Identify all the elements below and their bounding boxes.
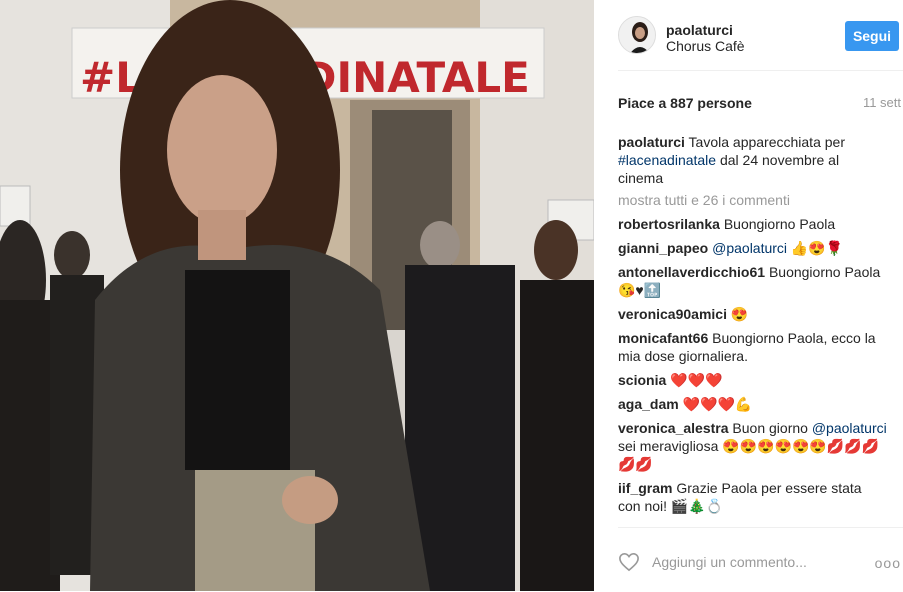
comment-text: Buon giorno [732,420,812,436]
comment-username[interactable]: paolaturci [618,134,685,150]
list-item: aga_dam ❤️❤️❤️💪 [618,395,888,413]
comment-username[interactable]: iif_gram [618,480,672,496]
location-link[interactable]: Chorus Cafè [666,38,745,54]
mention-link[interactable]: @paolaturci [712,240,787,256]
comment-username[interactable]: antonellaverdicchio61 [618,264,765,280]
comment-text: ❤️❤️❤️ [670,372,723,388]
comment-text: 👍😍🌹 [787,240,844,256]
avatar[interactable] [618,16,656,54]
list-item: gianni_papeo @paolaturci 👍😍🌹 [618,239,888,257]
list-item: veronica90amici 😍 [618,305,888,323]
comment-username[interactable]: aga_dam [618,396,679,412]
username[interactable]: paolaturci [666,22,733,38]
list-item: robertosrilanka Buongiorno Paola [618,215,888,233]
photo-illustration: #LACENADINATALE [0,0,594,591]
comment-username[interactable]: scionia [618,372,666,388]
comments-list: paolaturci Tavola apparecchiata per #lac… [618,133,888,521]
comment-username[interactable]: veronica90amici [618,306,727,322]
likes-count[interactable]: Piace a 887 persone [618,95,752,111]
comment-text-part: Tavola apparecchiata per [688,134,845,150]
list-item: monicafant66 Buongiorno Paola, ecco la m… [618,329,888,365]
comment-username[interactable]: robertosrilanka [618,216,720,232]
comment-username[interactable]: gianni_papeo [618,240,708,256]
comment-text: ❤️❤️❤️💪 [682,396,753,412]
comment-text: Buongiorno Paola [723,216,836,232]
hashtag-link[interactable]: #lacenadinatale [618,152,716,168]
list-item: scionia ❤️❤️❤️ [618,371,888,389]
show-all-comments-link[interactable]: mostra tutti e 26 i commenti [618,191,888,209]
follow-button[interactable]: Segui [845,21,899,51]
mention-link[interactable]: @paolaturci [812,420,887,436]
post-photo[interactable]: #LACENADINATALE [0,0,594,591]
list-item: iif_gram Grazie Paola per essere stata c… [618,479,888,515]
list-item: antonellaverdicchio61 Buongiorno Paola 😘… [618,263,888,299]
add-comment-input[interactable]: Aggiungi un commento... [652,554,807,570]
comment-username[interactable]: monicafant66 [618,330,708,346]
avatar-image [619,17,655,53]
post-side-panel: paolaturci Chorus Cafè Segui Piace a 887… [594,0,903,591]
comment-text: sei meravigliosa 😍😍😍😍😍😍💋💋💋💋💋 [618,438,880,472]
comment-footer: Aggiungi un commento... ooo [618,527,903,592]
more-options-icon[interactable]: ooo [875,555,901,571]
comment-text: 😍 [730,306,749,322]
comment-username[interactable]: veronica_alestra [618,420,729,436]
caption-comment: paolaturci Tavola apparecchiata per #lac… [618,133,888,187]
list-item: veronica_alestra Buon giorno @paolaturci… [618,419,888,473]
heart-outline-icon[interactable] [618,552,640,572]
post-date[interactable]: 11 sett [863,95,901,110]
post-header: paolaturci Chorus Cafè Segui [618,16,903,71]
